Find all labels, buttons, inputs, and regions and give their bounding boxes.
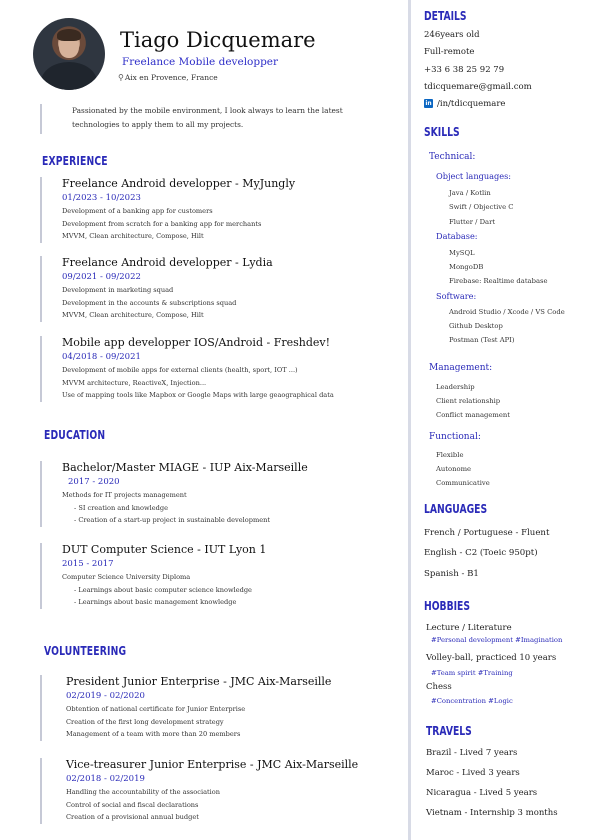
profile-role: Freelance Mobile developper	[122, 56, 279, 68]
hobby-tags: #Concentration #Logic	[431, 697, 513, 705]
profile-location: ⚲Aix en Provence, France	[118, 73, 218, 82]
experience-heading: EXPERIENCE	[42, 153, 108, 168]
skill-item: Communicative	[436, 479, 490, 487]
skill-item: Java / Kotlin	[449, 189, 491, 197]
avatar	[33, 18, 105, 90]
hobby-tags: #Personal development #Imagination	[431, 636, 563, 644]
skill-item: Flexible	[436, 451, 464, 459]
travel-item: Vietnam - Internship 3 months	[426, 808, 558, 818]
skills-database-label: Database:	[436, 231, 478, 241]
language-item: French / Portuguese - Fluent	[424, 528, 550, 538]
travel-item: Nicaragua - Lived 5 years	[426, 788, 538, 798]
details-linkedin[interactable]: in/in/tdicquemare	[424, 99, 505, 109]
hobby-tags: #Team spirit #Training	[431, 669, 513, 677]
skill-item: Android Studio / Xcode / VS Code	[449, 308, 565, 316]
column-divider	[408, 0, 411, 840]
language-item: Spanish - B1	[424, 569, 479, 579]
language-item: English - C2 (Toeic 950pt)	[424, 548, 538, 558]
education-entry: Bachelor/Master MIAGE - IUP Aix-Marseill…	[40, 461, 308, 527]
hobbies-heading: HOBBIES	[424, 598, 470, 613]
linkedin-icon: in	[424, 99, 433, 108]
skills-functional-label: Functional:	[429, 432, 481, 442]
hobby-item: Volley-ball, practiced 10 years	[426, 653, 557, 663]
skills-technical-label: Technical:	[429, 152, 476, 162]
skill-item: Autonome	[436, 465, 472, 473]
skill-item: Conflict management	[436, 411, 510, 419]
details-phone: +33 6 38 25 92 79	[424, 65, 505, 75]
hobby-item: Lecture / Literature	[426, 623, 512, 633]
volunteering-heading: VOLUNTEERING	[44, 643, 127, 658]
skill-item: Postman (Test API)	[449, 336, 515, 344]
volunteering-entry: Vice-treasurer Junior Enterprise - JMC A…	[40, 758, 358, 824]
location-pin-icon: ⚲	[118, 73, 124, 82]
volunteering-entry: President Junior Enterprise - JMC Aix-Ma…	[40, 675, 331, 741]
skill-item: Client relationship	[436, 397, 501, 405]
education-heading: EDUCATION	[44, 427, 106, 442]
details-heading: DETAILS	[424, 8, 467, 23]
skills-software-label: Software:	[436, 291, 477, 301]
skill-item: Firebase: Realtime database	[449, 277, 548, 285]
travel-item: Maroc - Lived 3 years	[426, 768, 520, 778]
skills-object-languages-label: Object languages:	[436, 171, 512, 181]
experience-entry: Freelance Android developper - MyJungly …	[40, 177, 295, 243]
skill-item: Flutter / Dart	[449, 218, 496, 226]
experience-entry: Freelance Android developper - Lydia 09/…	[40, 256, 273, 322]
left-column: Tiago Dicquemare Freelance Mobile develo…	[0, 0, 406, 840]
skills-heading: SKILLS	[424, 124, 460, 139]
details-age: 246years old	[424, 30, 480, 40]
skill-item: Leadership	[436, 383, 475, 391]
skills-management-label: Management:	[429, 363, 493, 373]
details-work-mode: Full-remote	[424, 47, 475, 57]
right-column: DETAILS 246years old Full-remote +33 6 3…	[414, 0, 592, 840]
education-entry: DUT Computer Science - IUT Lyon 1 2015 -…	[40, 543, 266, 609]
intro-text: Passionated by the mobile environment, I…	[40, 104, 372, 134]
travels-heading: TRAVELS	[426, 723, 472, 738]
details-email[interactable]: tdicquemare@gmail.com	[424, 82, 532, 92]
travel-item: Brazil - Lived 7 years	[426, 748, 518, 758]
hobby-item: Chess	[426, 682, 452, 692]
profile-name: Tiago Dicquemare	[120, 28, 316, 52]
languages-heading: LANGUAGES	[424, 501, 488, 516]
skill-item: Github Desktop	[449, 322, 503, 330]
skill-item: MongoDB	[449, 263, 484, 271]
skill-item: MySQL	[449, 249, 475, 257]
skill-item: Swift / Objective C	[449, 203, 514, 211]
resume-page: Tiago Dicquemare Freelance Mobile develo…	[0, 0, 594, 840]
experience-entry: Mobile app developper IOS/Android - Fres…	[40, 336, 334, 402]
